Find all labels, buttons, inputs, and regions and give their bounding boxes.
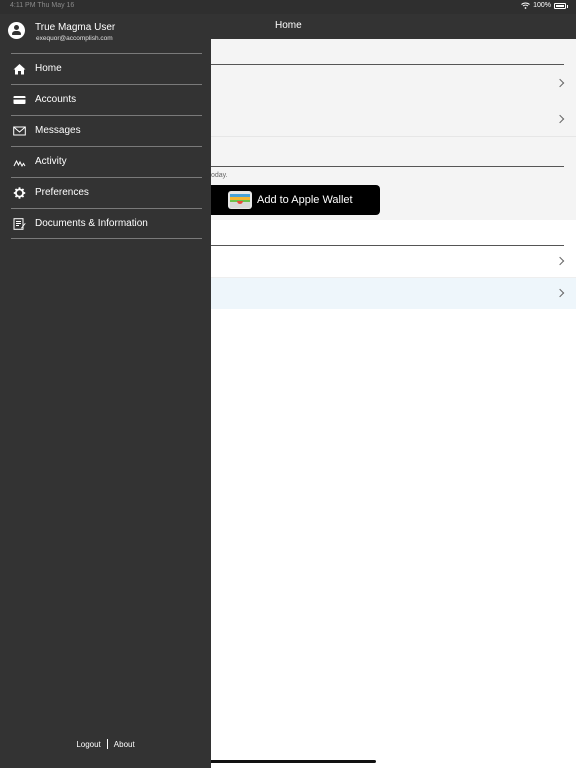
menu-label: Preferences	[35, 187, 89, 198]
menu-label: Activity	[35, 156, 67, 167]
side-drawer: True Magma User exequor@accomplish.com H…	[0, 0, 211, 768]
status-indicators: 100%	[521, 2, 568, 9]
card-icon	[13, 96, 26, 104]
menu-item-activity[interactable]: Activity	[11, 146, 202, 177]
status-time: 4:11 PM Thu May 16	[10, 2, 75, 9]
gear-icon	[13, 187, 26, 199]
document-icon	[13, 218, 26, 230]
menu-label: Documents & Information	[35, 218, 148, 229]
about-link[interactable]: About	[114, 740, 135, 749]
wifi-icon	[521, 2, 530, 9]
chevron-right-icon	[555, 288, 565, 298]
battery-icon	[554, 2, 568, 9]
menu-item-messages[interactable]: Messages	[11, 115, 202, 146]
activity-icon	[13, 159, 26, 168]
menu-item-home[interactable]: Home	[11, 53, 202, 84]
home-icon	[13, 64, 26, 75]
home-indicator[interactable]	[200, 760, 376, 763]
menu-label: Messages	[35, 125, 81, 136]
user-avatar-icon	[8, 22, 25, 39]
menu-item-preferences[interactable]: Preferences	[11, 177, 202, 208]
menu-item-documents[interactable]: Documents & Information	[11, 208, 202, 239]
info-text: oday.	[211, 172, 228, 179]
menu-item-accounts[interactable]: Accounts	[11, 84, 202, 115]
wallet-button-label: Add to Apple Wallet	[257, 194, 353, 206]
logout-link[interactable]: Logout	[76, 740, 100, 749]
section-divider	[210, 166, 564, 167]
chevron-right-icon	[555, 78, 565, 88]
add-to-apple-wallet-button[interactable]: Add to Apple Wallet	[204, 185, 380, 215]
chevron-right-icon	[555, 256, 565, 266]
user-name: True Magma User	[35, 22, 116, 33]
wallet-icon	[228, 191, 252, 209]
drawer-menu: Home Accounts Messages Activity Preferen…	[11, 53, 202, 239]
envelope-icon	[13, 126, 26, 136]
battery-percent: 100%	[533, 2, 551, 9]
footer-divider	[106, 739, 108, 749]
drawer-footer: Logout About	[0, 739, 211, 749]
menu-label: Accounts	[35, 94, 77, 105]
status-bar: 4:11 PM Thu May 16 100%	[0, 0, 576, 14]
user-email: exequor@accomplish.com	[36, 35, 113, 42]
chevron-right-icon	[555, 114, 565, 124]
menu-label: Home	[35, 63, 62, 74]
